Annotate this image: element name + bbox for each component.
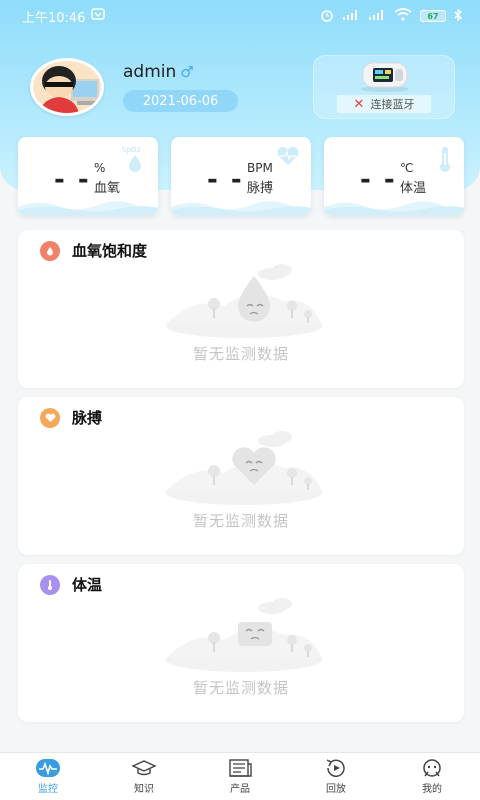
drop-icon <box>40 240 60 261</box>
connect-bluetooth-label: 连接蓝牙 <box>370 98 415 111</box>
spo2-value: - - <box>54 165 91 195</box>
pulse-unit: BPM <box>247 161 273 175</box>
status-bar: 上午10:46 67 <box>0 0 480 32</box>
signal-icon-2 <box>368 9 386 24</box>
tab-knowledge-label: 知识 <box>134 784 154 795</box>
replay-icon <box>326 759 345 777</box>
tab-products-label: 产品 <box>230 784 250 795</box>
male-gender-icon: ♂ <box>180 63 194 81</box>
avatar-cartoon-icon <box>33 61 101 113</box>
thermometer-badge-icon <box>40 574 60 595</box>
date-badge: 2021-06-06 <box>123 90 238 112</box>
metric-card-temperature: - - ℃ 体温 <box>324 137 464 215</box>
signal-icon-1 <box>342 9 360 24</box>
username: admin ♂ <box>123 62 194 82</box>
bottom-tab-bar: 监控 知识 产品 回放 我的 <box>0 752 480 800</box>
tab-knowledge[interactable]: 知识 <box>96 753 192 800</box>
profile-face-icon <box>423 759 441 777</box>
empty-state-text: 暂无监测数据 <box>192 679 289 697</box>
tab-mine-label: 我的 <box>422 784 442 795</box>
graduation-cap-icon <box>131 760 157 776</box>
tab-products[interactable]: 产品 <box>192 753 288 800</box>
section-title-temperature: 体温 <box>72 576 103 594</box>
heart-icon <box>277 146 299 165</box>
section-spo2: 血氧饱和度 暂无监测数据 <box>18 230 464 388</box>
pulse-value: - - <box>207 165 244 195</box>
empty-box-illustration <box>166 598 322 672</box>
empty-state-text: 暂无监测数据 <box>192 512 289 530</box>
tab-replay-label: 回放 <box>326 784 346 795</box>
battery-icon: 67 <box>420 10 446 22</box>
empty-drop-illustration <box>166 264 322 338</box>
spo2-label: 血氧 <box>94 181 121 196</box>
alarm-icon <box>320 8 334 25</box>
metric-card-pulse: - - BPM 脉搏 <box>171 137 311 215</box>
username-text: admin <box>123 62 177 82</box>
tab-monitor-label: 监控 <box>38 784 58 795</box>
svg-text:SpO2: SpO2 <box>122 146 141 154</box>
device-card[interactable]: ✕ 连接蓝牙 <box>313 55 455 119</box>
newspaper-icon <box>229 759 252 777</box>
temperature-value: - - <box>360 165 397 195</box>
spo2-icon: SpO2 <box>122 146 141 172</box>
notification-icon <box>91 8 106 24</box>
section-pulse: 脉搏 暂无监测数据 <box>18 397 464 555</box>
empty-state-text: 暂无监测数据 <box>192 345 289 363</box>
wave-decoration <box>324 201 464 215</box>
heart-badge-icon <box>40 407 60 428</box>
spo2-unit: % <box>94 161 106 175</box>
thermometer-icon <box>440 147 450 172</box>
status-time: 上午10:46 <box>22 10 86 26</box>
tab-replay[interactable]: 回放 <box>288 753 384 800</box>
wave-decoration <box>18 201 158 215</box>
pulse-icon <box>36 759 60 777</box>
metric-card-spo2: SpO2 - - % 血氧 <box>18 137 158 215</box>
section-temperature: 体温 暂无监测数据 <box>18 564 464 722</box>
connect-bluetooth-button[interactable]: ✕ 连接蓝牙 <box>337 95 431 113</box>
pulse-label: 脉搏 <box>247 181 274 196</box>
section-title-pulse: 脉搏 <box>72 409 103 427</box>
temperature-unit: ℃ <box>400 161 414 175</box>
tab-mine[interactable]: 我的 <box>384 753 480 800</box>
empty-heart-illustration <box>166 431 322 505</box>
temperature-label: 体温 <box>400 181 427 196</box>
bluetooth-status-icon <box>454 8 463 24</box>
section-title-spo2: 血氧饱和度 <box>72 242 148 260</box>
wave-decoration <box>171 201 311 215</box>
wifi-icon <box>394 8 412 24</box>
oximeter-device-icon <box>361 62 409 92</box>
tab-monitor[interactable]: 监控 <box>0 753 96 800</box>
avatar[interactable] <box>30 58 104 116</box>
x-icon: ✕ <box>353 96 365 112</box>
